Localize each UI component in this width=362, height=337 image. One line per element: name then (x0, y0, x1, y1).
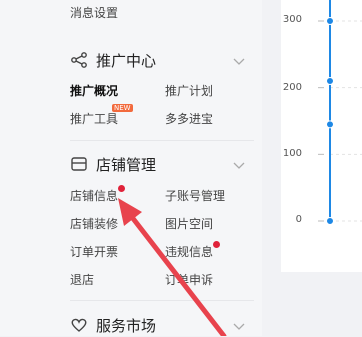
store-icon (70, 155, 88, 173)
new-badge: NEW (112, 104, 133, 112)
chevron-down-icon[interactable] (232, 54, 246, 68)
data-point[interactable] (326, 217, 334, 225)
chevron-down-icon[interactable] (232, 319, 246, 333)
sidebar-item-store-decoration[interactable]: 店铺装修 (70, 215, 118, 232)
data-point[interactable] (326, 120, 334, 129)
sidebar-item-promotion-tools[interactable]: 推广工具 (70, 110, 118, 127)
chart-panel: 300 200 100 0 (281, 0, 362, 272)
sidebar-item-duoduo-jinbao[interactable]: 多多进宝 (165, 110, 213, 127)
sidebar-item-violation-info[interactable]: 违规信息 (165, 243, 213, 260)
sidebar: 消息设置 推广中心 推广概况 推广计划 推广工具 NEW 多多进宝 店铺管理 店… (0, 0, 262, 336)
chevron-down-icon[interactable] (232, 158, 246, 172)
notification-dot (118, 185, 125, 192)
divider (70, 140, 254, 141)
sidebar-item-order-invoice[interactable]: 订单开票 (70, 243, 118, 260)
notification-dot (213, 241, 220, 248)
sidebar-item-image-space[interactable]: 图片空间 (165, 215, 213, 232)
sidebar-item-promotion-plan[interactable]: 推广计划 (165, 82, 213, 99)
divider (70, 300, 254, 301)
section-title-promotion: 推广中心 (96, 51, 157, 70)
share-icon (70, 51, 88, 69)
sidebar-item-store-info[interactable]: 店铺信息 (70, 187, 118, 204)
sidebar-item-order-appeal[interactable]: 订单申诉 (165, 271, 213, 288)
sidebar-item-sub-accounts[interactable]: 子账号管理 (165, 187, 225, 204)
sidebar-item-promotion-overview[interactable]: 推广概况 (70, 82, 118, 99)
section-header-service-market[interactable]: 服务市场 (70, 313, 156, 337)
section-title-service-market: 服务市场 (96, 316, 157, 335)
sidebar-item-close-store[interactable]: 退店 (70, 271, 94, 288)
heart-icon (70, 316, 88, 334)
data-point[interactable] (326, 17, 334, 25)
section-title-store-management: 店铺管理 (96, 155, 157, 174)
sidebar-item-message-settings[interactable]: 消息设置 (70, 4, 118, 21)
section-header-promotion[interactable]: 推广中心 (70, 48, 156, 72)
section-header-store-management[interactable]: 店铺管理 (70, 152, 156, 176)
data-point[interactable] (326, 77, 334, 85)
line-chart (318, 0, 362, 225)
